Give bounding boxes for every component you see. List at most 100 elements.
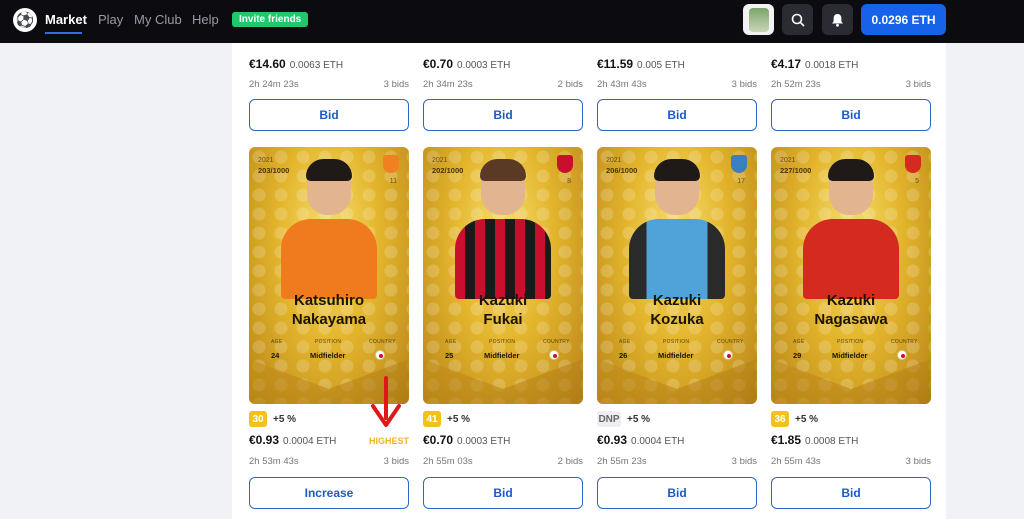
bid-count: 2 bids — [557, 79, 583, 90]
japan-flag-icon — [549, 350, 559, 360]
price-eth: 0.0004 ETH — [631, 436, 685, 447]
price-eth: 0.0018 ETH — [805, 60, 859, 71]
jersey-number: 8 — [567, 178, 571, 185]
time-remaining: 2h 34m 23s — [423, 79, 473, 90]
notifications-button[interactable] — [822, 4, 853, 35]
bid-count: 2 bids — [557, 456, 583, 467]
time-remaining: 2h 43m 43s — [597, 79, 647, 90]
club-crest-icon — [557, 155, 573, 173]
player-photo — [627, 159, 727, 301]
nav-my-club[interactable]: My Club — [134, 12, 182, 27]
card-season: 2021 — [606, 157, 622, 164]
increase-bid-button[interactable]: Increase — [249, 477, 409, 509]
invite-friends-button[interactable]: Invite friends — [232, 12, 309, 27]
player-stats: AGE POSITION COUNTRY 26 Midfielder — [619, 339, 744, 360]
player-age: 29 — [793, 351, 802, 360]
score-badge: DNP — [597, 411, 621, 427]
score-badge: 30 — [249, 411, 267, 427]
price-eur: €0.70 — [423, 57, 454, 71]
price-eth: 0.0003 ETH — [457, 436, 511, 447]
player-photo — [453, 159, 553, 301]
price-eur: €0.93 — [249, 433, 280, 447]
price-eth: 0.0008 ETH — [805, 436, 859, 447]
player-photo — [801, 159, 901, 301]
search-button[interactable] — [782, 4, 813, 35]
player-card[interactable]: 2021 202/1000 8 Kazuki Fukai AGE POSITIO… — [423, 147, 583, 404]
price-eth: 0.0004 ETH — [283, 436, 337, 447]
time-remaining: 2h 52m 23s — [771, 79, 821, 90]
club-crest-icon — [905, 155, 921, 173]
bid-button[interactable]: Bid — [423, 99, 583, 131]
market-listing: €14.60 0.0063 ETH 2h 24m 23s 3 bids Bid 2… — [232, 43, 946, 519]
japan-flag-icon — [375, 350, 385, 360]
player-name: Katsuhiro Nakayama — [291, 292, 367, 328]
player-card[interactable]: 2021 206/1000 17 Kazuki Kozuka AGE POSIT… — [597, 147, 757, 404]
bonus-percent: +5 % — [795, 413, 819, 425]
player-position: Midfielder — [484, 351, 520, 360]
price-eur: €0.93 — [597, 433, 628, 447]
bonus-percent: +5 % — [627, 413, 651, 425]
bid-count: 3 bids — [905, 79, 931, 90]
japan-flag-icon — [897, 350, 907, 360]
club-crest-icon — [731, 155, 747, 173]
player-age: 26 — [619, 351, 628, 360]
time-remaining: 2h 55m 03s — [423, 456, 473, 467]
club-crest-icon — [383, 155, 399, 173]
jersey-number: 17 — [737, 178, 745, 185]
player-name: Kazuki Kozuka — [650, 292, 704, 328]
wallet-balance-button[interactable]: 0.0296 ETH — [861, 4, 946, 35]
user-avatar-button[interactable] — [743, 4, 774, 35]
time-remaining: 2h 55m 23s — [597, 456, 647, 467]
player-position: Midfielder — [832, 351, 868, 360]
nav-active-underline — [45, 32, 82, 34]
player-stats: AGE POSITION COUNTRY 25 Midfielder — [445, 339, 570, 360]
card-season: 2021 — [258, 157, 274, 164]
price-eur: €1.85 — [771, 433, 802, 447]
sorare-logo-icon[interactable]: ⚽ — [13, 8, 37, 32]
bid-button[interactable]: Bid — [771, 99, 931, 131]
bid-count: 3 bids — [383, 79, 409, 90]
nav-play[interactable]: Play — [98, 12, 123, 27]
price-eth: 0.0063 ETH — [289, 60, 344, 71]
price-eth: 0.0003 ETH — [457, 60, 511, 71]
price-eur: €0.70 — [423, 433, 454, 447]
bonus-percent: +5 % — [273, 413, 297, 425]
player-card[interactable]: 2021 227/1000 5 Kazuki Nagasawa AGE POSI… — [771, 147, 931, 404]
price-eur: €4.17 — [771, 57, 802, 71]
score-badge: 41 — [423, 411, 441, 427]
japan-flag-icon — [723, 350, 733, 360]
player-age: 24 — [271, 351, 280, 360]
player-position: Midfielder — [658, 351, 694, 360]
player-position: Midfielder — [310, 351, 346, 360]
card-season: 2021 — [432, 157, 448, 164]
bid-button[interactable]: Bid — [597, 477, 757, 509]
player-name: Kazuki Nagasawa — [814, 292, 888, 328]
price-eur: €14.60 — [249, 57, 286, 71]
jersey-number: 11 — [389, 178, 397, 185]
red-arrow-annotation-icon — [371, 376, 401, 427]
player-age: 25 — [445, 351, 454, 360]
card-season: 2021 — [780, 157, 796, 164]
nav-market[interactable]: Market — [45, 12, 87, 27]
bonus-percent: +5 % — [447, 413, 471, 425]
time-remaining: 2h 55m 43s — [771, 456, 821, 467]
player-stats: AGE POSITION COUNTRY 29 Midfielder — [793, 339, 918, 360]
nav-help[interactable]: Help — [192, 12, 219, 27]
player-photo — [279, 159, 379, 301]
bid-button[interactable]: Bid — [597, 99, 757, 131]
price-eth: 0.005 ETH — [637, 60, 685, 71]
bid-count: 3 bids — [731, 456, 757, 467]
player-card[interactable]: 2021 203/1000 11 Katsuhiro Nakayama AGE … — [249, 147, 409, 404]
jersey-number: 5 — [915, 178, 919, 185]
price-eur: €11.59 — [597, 57, 634, 71]
bid-count: 3 bids — [905, 456, 931, 467]
bell-icon — [832, 13, 843, 27]
time-remaining: 2h 24m 23s — [249, 79, 299, 90]
search-icon — [791, 13, 805, 27]
time-remaining: 2h 53m 43s — [249, 456, 299, 467]
bid-button[interactable]: Bid — [249, 99, 409, 131]
bid-button[interactable]: Bid — [423, 477, 583, 509]
bid-count: 3 bids — [731, 79, 757, 90]
highest-bid-label: HIGHEST — [368, 436, 409, 446]
bid-button[interactable]: Bid — [771, 477, 931, 509]
